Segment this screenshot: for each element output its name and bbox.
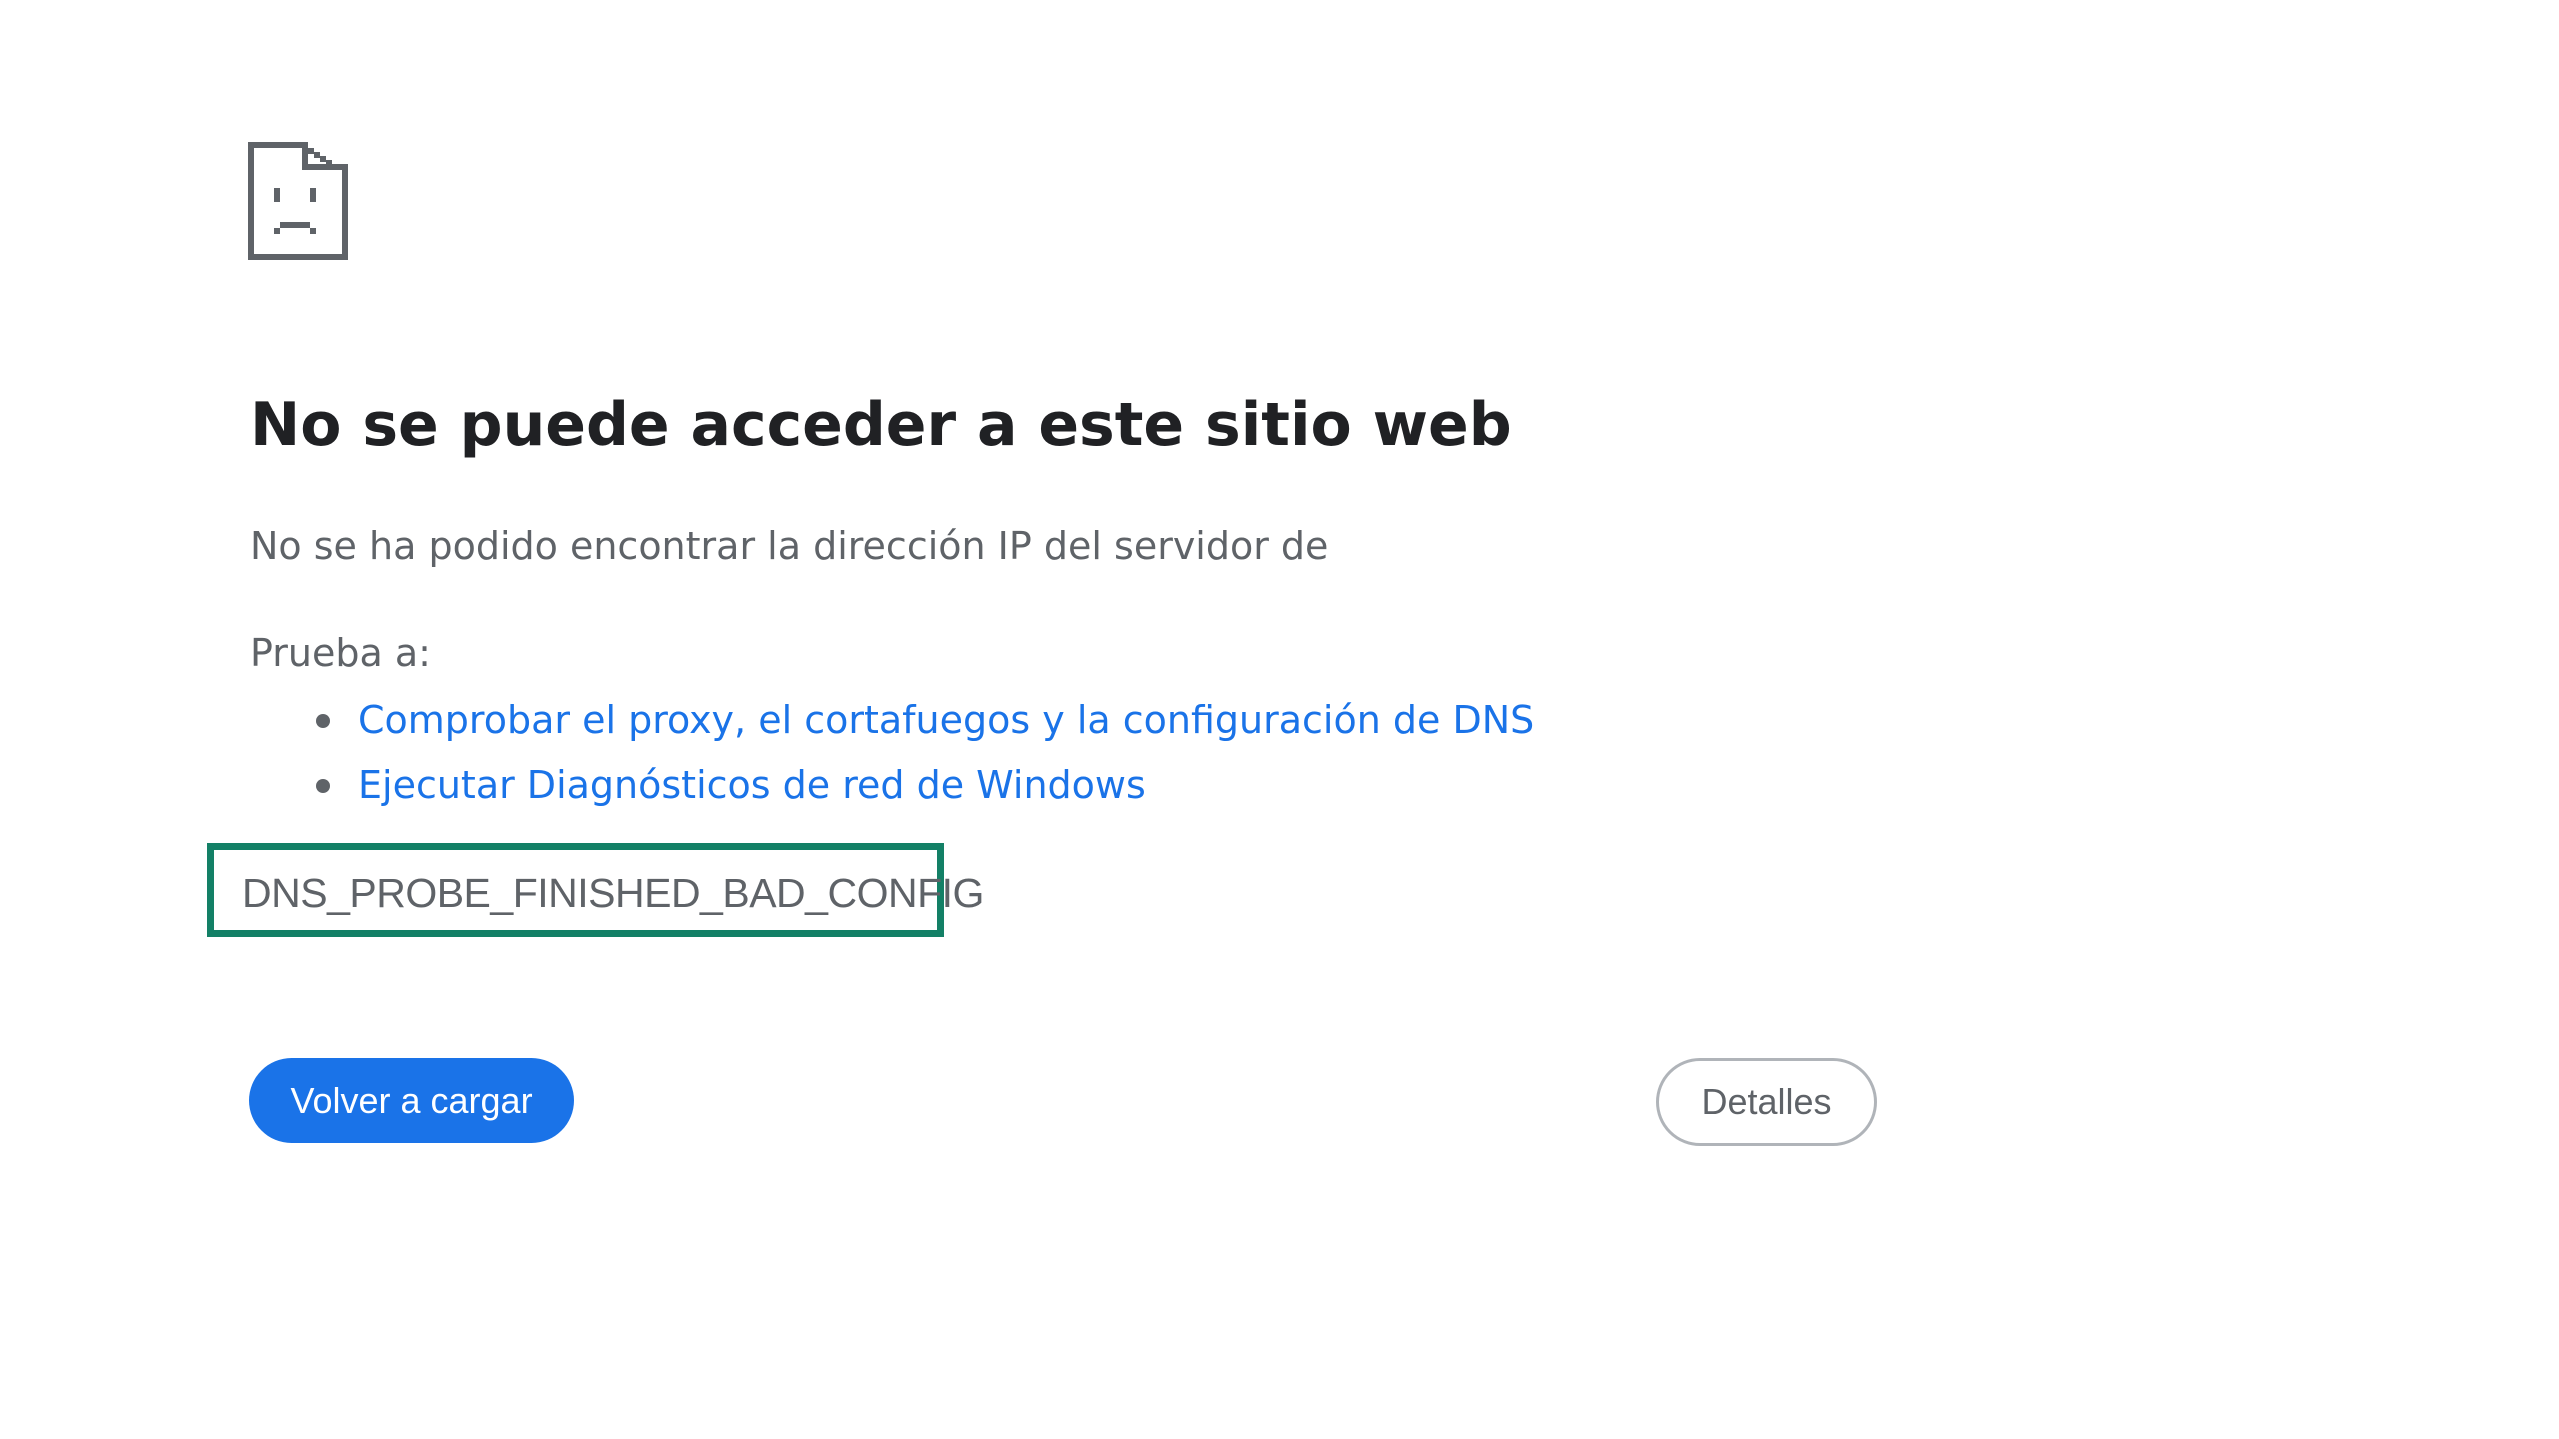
- error-code: DNS_PROBE_FINISHED_BAD_CONFIG: [242, 870, 984, 916]
- suggestions-list: Comprobar el proxy, el cortafuegos y la …: [250, 688, 1534, 818]
- details-button[interactable]: Detalles: [1656, 1058, 1877, 1146]
- page-title: No se puede acceder a este sitio web: [250, 390, 1512, 460]
- run-windows-network-diagnostics-link[interactable]: Ejecutar Diagnósticos de red de Windows: [358, 763, 1146, 807]
- error-page: No se puede acceder a este sitio web No …: [0, 0, 2559, 1439]
- error-code-highlight: DNS_PROBE_FINISHED_BAD_CONFIG: [207, 843, 984, 937]
- bullet-icon: [316, 779, 330, 793]
- list-item: Comprobar el proxy, el cortafuegos y la …: [250, 688, 1534, 753]
- check-proxy-firewall-dns-link[interactable]: Comprobar el proxy, el cortafuegos y la …: [358, 698, 1534, 742]
- list-item: Ejecutar Diagnósticos de red de Windows: [250, 753, 1534, 818]
- reload-button[interactable]: Volver a cargar: [249, 1058, 574, 1143]
- sad-page-icon: [248, 142, 348, 260]
- error-description: No se ha podido encontrar la dirección I…: [250, 524, 1329, 568]
- bullet-icon: [316, 714, 330, 728]
- suggestions-heading: Prueba a:: [250, 631, 431, 675]
